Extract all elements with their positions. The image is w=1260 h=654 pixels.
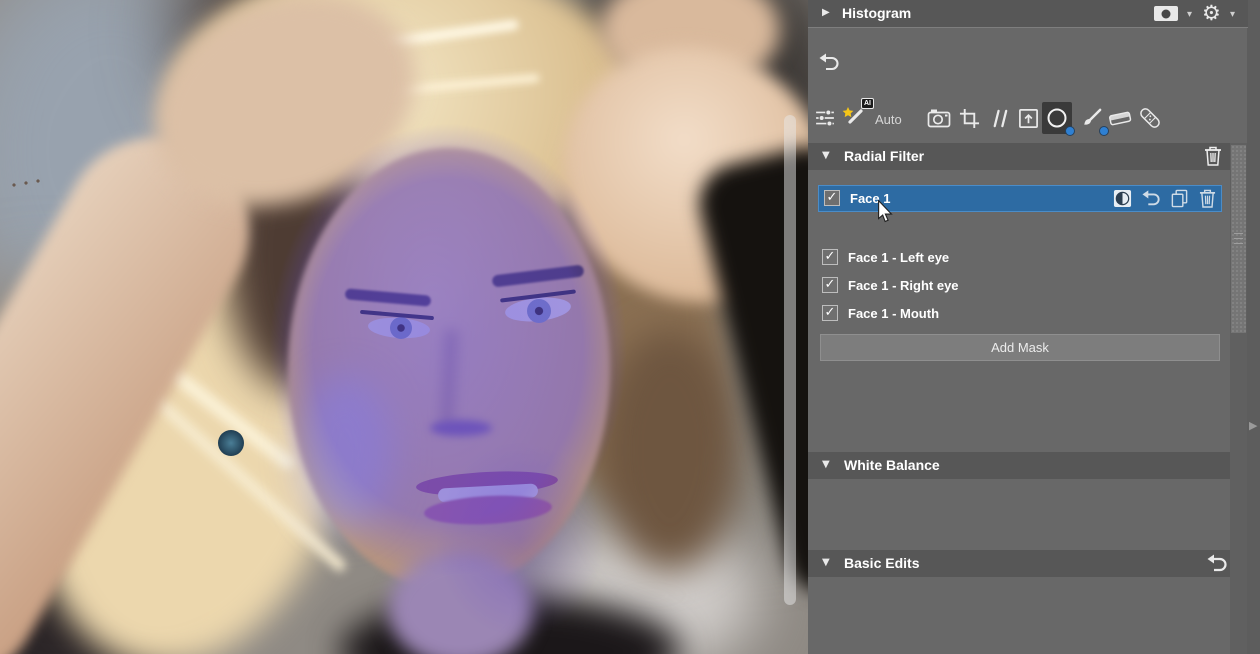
right-eye-label: Face 1 - Right eye [848,278,959,293]
healing-tool[interactable] [1135,102,1165,134]
mask-row-right-eye[interactable]: ✓ Face 1 - Right eye [808,276,1228,300]
settings-gear-icon[interactable]: ⚙ [1202,3,1221,24]
add-mask-button[interactable]: Add Mask [820,334,1220,361]
frame-up-arrow-icon [1018,108,1039,129]
panel-collapse-arrow-icon[interactable]: ▶ [1249,419,1257,432]
scrollbar-grip-line [1234,238,1243,239]
histogram-header: ▶ Histogram ▾ ⚙ ▾ [808,0,1248,28]
ai-badge: AI [861,98,874,109]
delete-mask-button[interactable] [1199,189,1216,208]
right-eye-checkbox[interactable]: ✓ [822,277,838,293]
scrollbar-grip-line [1234,243,1243,244]
perspective-tool[interactable] [1013,102,1043,134]
photo-editor-window: ▶ ▶ Histogram ▾ ⚙ ▾ ▾ ▾ [0,0,1260,654]
editing-panel: ▶ ▶ Histogram ▾ ⚙ ▾ ▾ ▾ [808,0,1260,654]
reset-undo-icon [1141,189,1161,207]
basic-edits-section-header[interactable]: ▼ Basic Edits [808,550,1240,577]
panel-edge-strip [1247,0,1260,654]
invert-mask-icon [1113,189,1132,208]
undo-icon [818,52,840,72]
overlay-mode-chevron-icon[interactable]: ▾ [1187,9,1192,20]
basic-edits-reset-button[interactable] [1206,553,1228,573]
radial-filter-overlay [0,0,808,654]
gradient-filter-icon [1107,108,1133,129]
mouth-label: Face 1 - Mouth [848,306,939,321]
straighten-lines-icon [989,108,1010,129]
camera-icon [927,108,951,128]
radial-filter-section-header[interactable]: ▼ Radial Filter [808,143,1240,170]
white-balance-title: White Balance [844,457,940,473]
face-1-checkbox[interactable]: ✓ [824,190,840,206]
white-balance-section-header[interactable]: ▼ White Balance [808,452,1240,479]
scrollbar-grip-line [1234,233,1243,234]
panel-scrollbar-thumb[interactable] [1231,145,1246,333]
crop-icon [959,108,980,129]
histogram-title: Histogram [842,5,911,21]
undo-button[interactable] [818,52,840,72]
radial-filter-tool[interactable] [1042,102,1072,134]
duplicate-mask-button[interactable] [1170,189,1189,208]
copy-icon [1170,189,1189,208]
auto-label[interactable]: Auto [875,112,902,127]
mask-row-mouth[interactable]: ✓ Face 1 - Mouth [808,304,1228,328]
radial-circle-icon [1045,106,1069,130]
straighten-tool[interactable] [984,102,1014,134]
radial-filter-collapse-icon[interactable]: ▼ [822,151,830,161]
trash-icon [1199,189,1216,208]
bandaid-icon [1137,105,1163,131]
filter-brush-tool[interactable] [1076,102,1106,134]
photo-canvas[interactable] [0,0,808,654]
quick-edits-tool[interactable] [810,102,840,134]
mask-row-left-eye[interactable]: ✓ Face 1 - Left eye [808,248,1228,272]
develop-tool[interactable] [924,102,954,134]
tune-sliders-icon [815,108,835,128]
gradient-filter-tool[interactable] [1105,102,1135,134]
left-eye-label: Face 1 - Left eye [848,250,949,265]
invert-mask-button[interactable] [1113,189,1132,208]
panel-scrollbar-track[interactable] [1230,143,1247,654]
mask-overlay-icon [1154,6,1178,21]
radial-tool-active-badge [1065,126,1075,136]
settings-chevron-icon[interactable]: ▾ [1230,9,1235,20]
mouth-checkbox[interactable]: ✓ [822,305,838,321]
ai-auto-enhance-tool[interactable]: AI [839,102,869,134]
white-balance-collapse-icon[interactable]: ▼ [822,460,830,470]
left-eye-checkbox[interactable]: ✓ [822,249,838,265]
photo-vertical-scrollbar[interactable] [784,115,796,605]
reset-undo-icon [1206,553,1228,573]
brush-icon [1080,107,1103,130]
trash-icon [1204,146,1222,166]
basic-edits-collapse-icon[interactable]: ▼ [822,558,830,568]
radial-filter-title: Radial Filter [844,148,924,164]
histogram-expand-icon[interactable]: ▶ [822,8,830,18]
delete-filter-button[interactable] [1204,146,1222,166]
mouse-cursor [877,200,893,223]
crop-tool[interactable] [954,102,984,134]
basic-edits-title: Basic Edits [844,555,919,571]
overlay-mode-button[interactable] [1154,6,1178,21]
reset-mask-button[interactable] [1141,189,1161,207]
